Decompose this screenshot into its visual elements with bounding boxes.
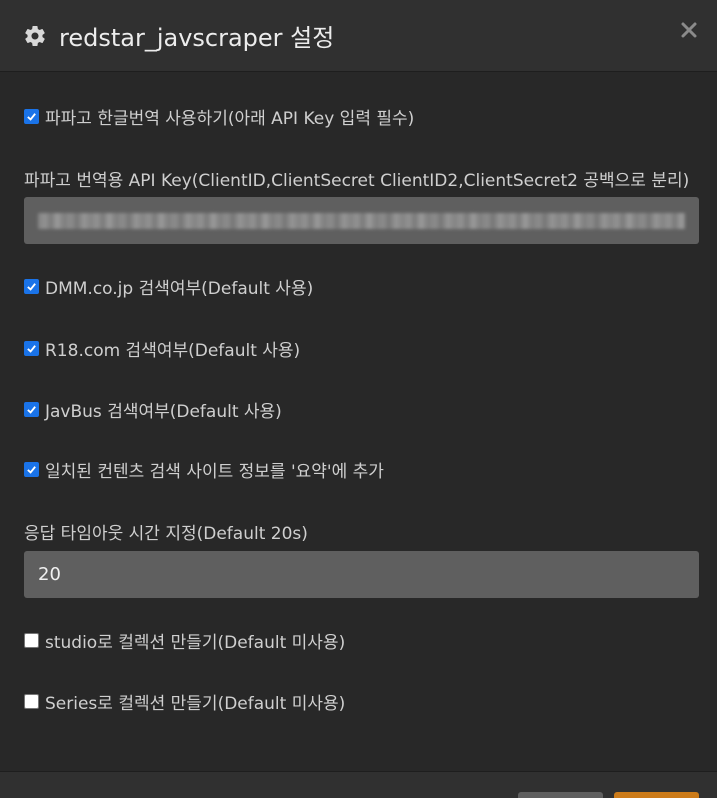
check-icon <box>27 113 36 121</box>
option-r18[interactable]: R18.com 검색여부(Default 사용) <box>24 336 300 361</box>
api-key-input[interactable] <box>24 197 699 244</box>
javbus-checkbox[interactable] <box>24 402 39 417</box>
studio-checkbox[interactable] <box>24 633 39 648</box>
r18-label: R18.com 검색여부(Default 사용) <box>45 341 301 361</box>
option-papago[interactable]: 파파고 한글번역 사용하기(아래 API Key 입력 필수) <box>24 104 414 129</box>
cancel-button[interactable] <box>518 792 603 798</box>
settings-dialog: redstar_javscraper 설정 파파고 한글번역 사용하기(아래 A… <box>0 0 717 798</box>
javbus-label: JavBus 검색여부(Default 사용) <box>45 402 282 422</box>
option-series[interactable]: Series로 컬렉션 만들기(Default 미사용) <box>24 689 345 714</box>
option-javbus[interactable]: JavBus 검색여부(Default 사용) <box>24 397 282 422</box>
option-dmm[interactable]: DMM.co.jp 검색여부(Default 사용) <box>24 274 313 299</box>
dmm-label: DMM.co.jp 검색여부(Default 사용) <box>45 279 314 299</box>
save-button[interactable] <box>614 792 699 798</box>
gear-icon <box>25 25 45 46</box>
r18-checkbox[interactable] <box>24 341 39 356</box>
dialog-footer <box>0 771 717 798</box>
timeout-input[interactable]: 20 <box>24 551 699 598</box>
timeout-value: 20 <box>38 564 61 585</box>
dmm-checkbox[interactable] <box>24 279 39 294</box>
api-key-label: 파파고 번역용 API Key(ClientID,ClientSecret Cl… <box>24 171 690 191</box>
studio-label: studio로 컬렉션 만들기(Default 미사용) <box>45 633 346 653</box>
dialog-title: redstar_javscraper 설정 <box>59 24 335 52</box>
series-label: Series로 컬렉션 만들기(Default 미사용) <box>45 694 346 714</box>
check-icon <box>27 283 36 291</box>
check-icon <box>27 406 36 414</box>
close-icon[interactable] <box>679 20 699 40</box>
option-studio[interactable]: studio로 컬렉션 만들기(Default 미사용) <box>24 628 345 653</box>
obscured-api-key-value <box>38 212 685 229</box>
check-icon <box>27 466 36 474</box>
option-summary[interactable]: 일치된 컨텐츠 검색 사이트 정보를 '요약'에 추가 <box>24 457 384 482</box>
dialog-header: redstar_javscraper 설정 <box>0 0 717 72</box>
summary-checkbox[interactable] <box>24 462 39 477</box>
timeout-label: 응답 타임아웃 시간 지정(Default 20s) <box>24 524 308 544</box>
series-checkbox[interactable] <box>24 694 39 709</box>
check-icon <box>27 345 36 353</box>
summary-label: 일치된 컨텐츠 검색 사이트 정보를 '요약'에 추가 <box>45 462 384 482</box>
papago-checkbox[interactable] <box>24 109 39 124</box>
papago-label: 파파고 한글번역 사용하기(아래 API Key 입력 필수) <box>45 109 415 129</box>
